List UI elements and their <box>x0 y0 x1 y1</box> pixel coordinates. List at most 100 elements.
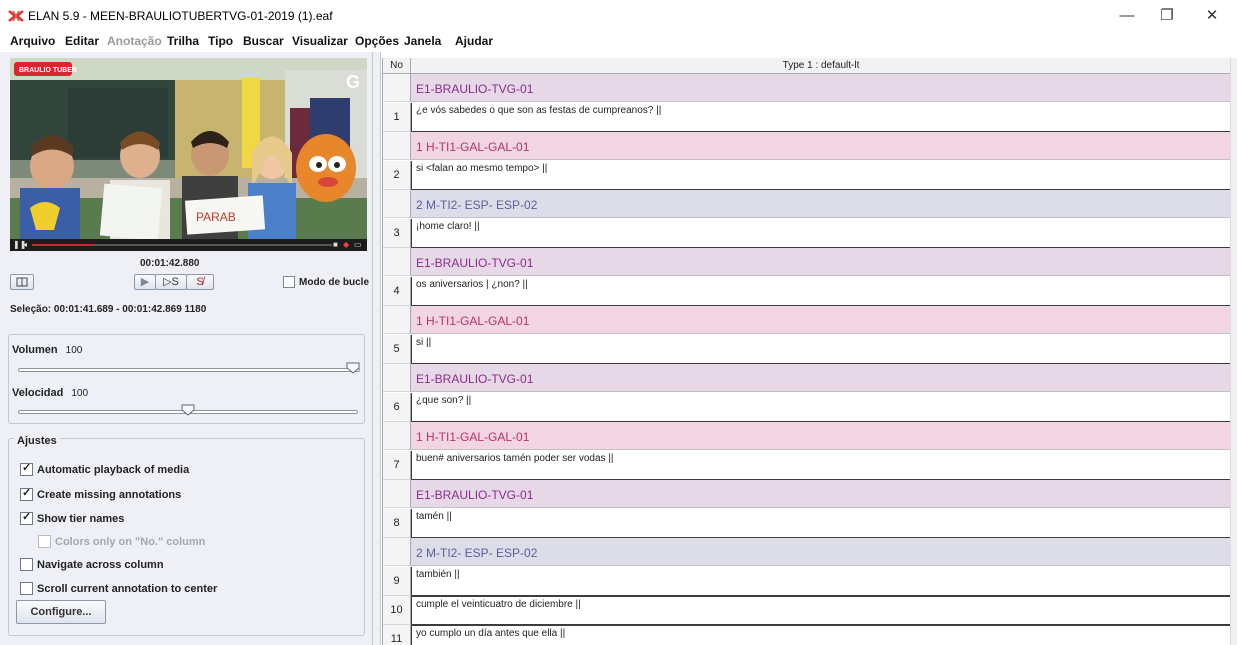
create-missing-annotations-checkbox[interactable] <box>20 486 33 502</box>
colors-only-no-column-label: Colors only on "No." column <box>55 535 206 548</box>
annotation-cell[interactable]: ¡home claro! || <box>411 219 1230 248</box>
tier-row-no-cell <box>383 74 411 102</box>
volume-value: 100 <box>65 345 83 356</box>
speed-value: 100 <box>71 388 89 399</box>
navigate-across-column-option[interactable]: Navigate across column <box>20 556 164 572</box>
annotation-number: 9 <box>383 567 411 596</box>
play-button[interactable]: ▶ <box>134 274 156 290</box>
automatic-playback-option[interactable]: Automatic playback of media <box>20 461 189 477</box>
clear-selection-button[interactable]: S̸ <box>186 274 214 290</box>
video-control-bar: ❚❚ ◂ ■ ◆ ▭ <box>10 239 367 251</box>
video-sign-text: PARAB <box>196 210 236 224</box>
close-icon: ✕ <box>1205 7 1219 24</box>
menu-buscar[interactable]: Buscar <box>243 34 284 48</box>
frame-icon <box>16 277 28 287</box>
annotation-cell[interactable]: ¿que son? || <box>411 393 1230 422</box>
navigate-across-column-checkbox[interactable] <box>20 558 33 572</box>
show-tier-names-checkbox[interactable] <box>20 510 33 526</box>
current-time: 00:01:42.880 <box>140 258 200 269</box>
create-missing-annotations-option[interactable]: Create missing annotations <box>20 486 181 502</box>
annotation-cell[interactable]: ¿e vós sabedes o que son as festas de cu… <box>411 103 1230 132</box>
video-corner-logo: G <box>346 72 360 92</box>
tier-name-row: 1 H-TI1-GAL-GAL-01 <box>411 422 1230 450</box>
scroll-to-center-option[interactable]: Scroll current annotation to center <box>20 580 217 596</box>
speed-slider-thumb[interactable] <box>181 404 195 416</box>
selection-info: Seleção: 00:01:41.689 - 00:01:42.869 118… <box>10 304 207 315</box>
annotation-cell[interactable]: tamén || <box>411 509 1230 538</box>
annotation-number: 3 <box>383 219 411 248</box>
navigate-across-column-label: Navigate across column <box>37 558 164 571</box>
annotation-cell[interactable]: también || <box>411 567 1230 596</box>
menu-trilha[interactable]: Trilha <box>167 34 199 48</box>
automatic-playback-checkbox[interactable] <box>20 461 33 477</box>
minimize-button[interactable]: — <box>1107 4 1147 28</box>
tier-row-no-cell <box>383 364 411 392</box>
annotation-number: 11 <box>383 625 411 645</box>
play-selection-button[interactable]: ▷S <box>155 274 187 290</box>
menu-janela[interactable]: Janela <box>404 34 441 48</box>
menu-visualizar[interactable]: Visualizar <box>292 34 348 48</box>
window-title: ELAN 5.9 - MEEN-BRAULIOTUBERTVG-01-2019 … <box>28 9 333 23</box>
close-button[interactable]: ✕ <box>1192 4 1232 28</box>
minimize-icon: — <box>1119 7 1135 24</box>
loop-mode-checkbox[interactable] <box>283 276 295 288</box>
volume-slider[interactable] <box>18 368 360 372</box>
menu-ajudar[interactable]: Ajudar <box>455 34 493 48</box>
video-share-icon[interactable]: ◆ <box>343 239 349 251</box>
annotation-number: 4 <box>383 277 411 306</box>
play-icon: ▶ <box>140 276 150 288</box>
settings-title: Ajustes <box>14 435 60 447</box>
automatic-playback-label: Automatic playback of media <box>37 463 190 476</box>
speed-label-text: Velocidad <box>12 387 64 399</box>
annotation-number: 7 <box>383 451 411 480</box>
annotation-cell[interactable]: os aniversarios | ¿non? || <box>411 277 1230 306</box>
annotation-cell[interactable]: cumple el veinticuatro de diciembre || <box>411 596 1230 625</box>
annotation-cell[interactable]: buen# aniversarios tamén poder ser vodas… <box>411 451 1230 480</box>
tier-row-no-cell <box>383 422 411 450</box>
tier-name-row: E1-BRAULIO-TVG-01 <box>411 74 1230 102</box>
video-fullscreen-icon[interactable]: ▭ <box>354 239 362 251</box>
video-cc-icon[interactable]: ■ <box>333 239 338 251</box>
volume-slider-thumb[interactable] <box>346 362 360 374</box>
video-progress-fill <box>32 244 94 246</box>
menu-opcoes[interactable]: Opções <box>355 34 399 48</box>
table-scrollbar[interactable] <box>1230 58 1237 645</box>
menu-arquivo[interactable]: Arquivo <box>10 34 55 48</box>
scroll-to-center-label: Scroll current annotation to center <box>37 582 218 595</box>
annotation-cell[interactable]: yo cumplo un día antes que ella || <box>411 625 1230 645</box>
menu-anotacao: Anotação <box>107 34 162 48</box>
video-logo-text: BRAULIO TUBER <box>19 67 77 74</box>
annotation-cell[interactable]: si || <box>411 335 1230 364</box>
restore-button[interactable]: ❐ <box>1147 4 1187 28</box>
annotation-cell[interactable]: si <falan ao mesmo tempo> || <box>411 161 1230 190</box>
tier-row-no-cell <box>383 538 411 566</box>
annotation-number: 5 <box>383 335 411 364</box>
header-no[interactable]: No <box>383 58 411 74</box>
colors-only-no-column-checkbox <box>38 535 51 549</box>
left-panel: PARAB BRAULIO TUBER G ❚❚ ◂ ■ ◆ ▭ 00:01:4… <box>0 52 373 645</box>
volume-label-text: Volumen <box>12 344 58 356</box>
play-selection-label: ▷S <box>163 276 179 288</box>
tier-row-no-cell <box>383 306 411 334</box>
tier-name-row: 1 H-TI1-GAL-GAL-01 <box>411 132 1230 160</box>
configure-button[interactable]: Configure... <box>16 600 106 624</box>
scroll-to-center-checkbox[interactable] <box>20 582 33 596</box>
menu-tipo[interactable]: Tipo <box>208 34 233 48</box>
video-volume-icon[interactable]: ◂ <box>23 239 27 251</box>
annotation-number: 2 <box>383 161 411 190</box>
tier-name-row: E1-BRAULIO-TVG-01 <box>411 248 1230 276</box>
menu-editar[interactable]: Editar <box>65 34 99 48</box>
show-tier-names-label: Show tier names <box>37 512 125 525</box>
go-to-begin-button[interactable] <box>10 274 34 290</box>
split-pane-divider[interactable] <box>373 52 381 645</box>
title-bar: ELAN 5.9 - MEEN-BRAULIOTUBERTVG-01-2019 … <box>0 0 1237 32</box>
menu-bar: Arquivo Editar Anotação Trilha Tipo Busc… <box>0 32 1237 52</box>
video-player[interactable]: PARAB BRAULIO TUBER G <box>10 58 367 245</box>
tier-row-no-cell <box>383 132 411 160</box>
tier-row-no-cell <box>383 480 411 508</box>
header-tier[interactable]: Type 1 : default-lt <box>411 58 1230 74</box>
annotation-number: 10 <box>383 596 411 625</box>
tier-row-no-cell <box>383 190 411 218</box>
show-tier-names-option[interactable]: Show tier names <box>20 510 124 526</box>
volume-label: Volumen 100 <box>12 344 82 356</box>
